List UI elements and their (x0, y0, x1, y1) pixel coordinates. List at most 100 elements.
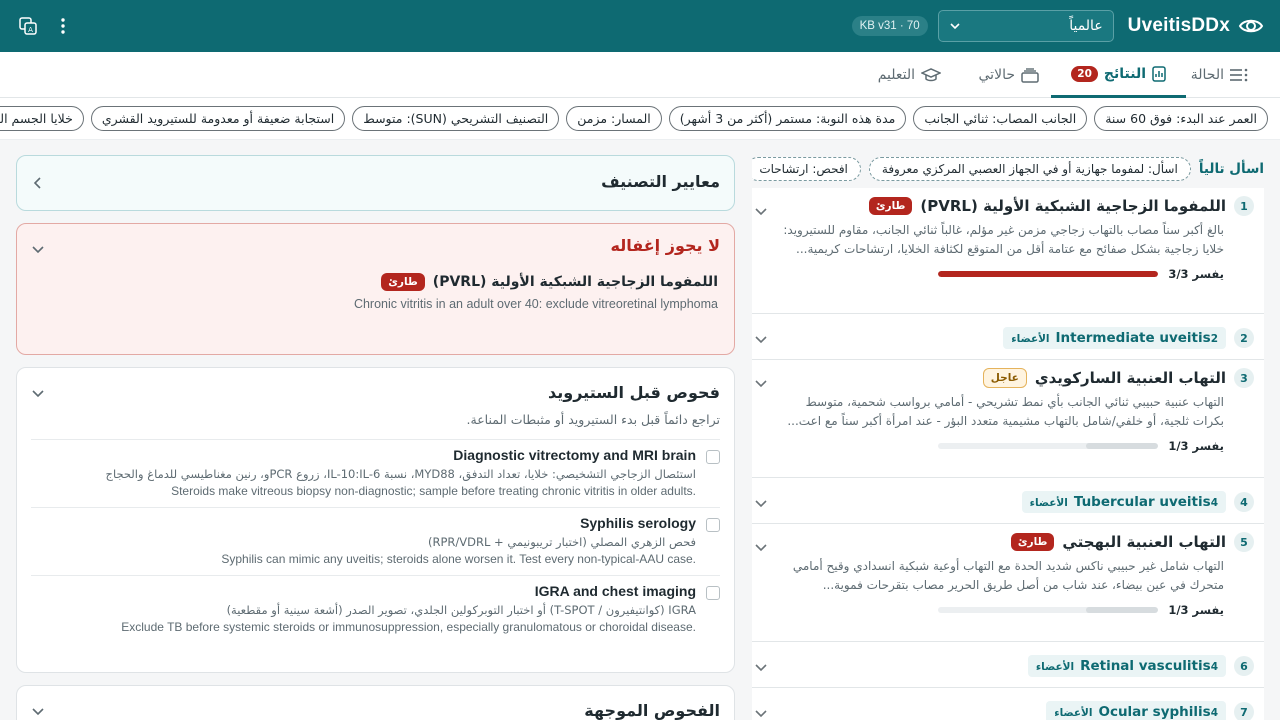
differential-list: اسأل تالياً اسأل: لمفوما جهازية أو في ال… (752, 150, 1264, 720)
urgency-badge: عاجل (982, 368, 1027, 388)
card-subtitle: تراجع دائماً قبل بدء الستيرويد أو مثبطات… (466, 412, 720, 427)
chevron-left-icon[interactable] (31, 176, 45, 190)
system-suffix: الأعضاء (1011, 333, 1050, 345)
explains-label: يفسر 1/3 (1168, 603, 1224, 617)
card-title: معايير التصنيف (601, 172, 720, 191)
result-item[interactable]: 7 Ocular syphilis4 الأعضاء (752, 688, 1264, 720)
urgency-badge: طارئ (868, 197, 913, 215)
ask-next-chip[interactable]: اسأل: لمفوما جهازية أو في الجهاز العصبي … (868, 157, 1191, 181)
result-system-title: Ocular syphilis4 الأعضاء (1046, 701, 1226, 720)
test-details: استئصال الزجاجي التشخيصي: خلايا، تعداد ا… (105, 467, 696, 481)
card-title: فحوص قبل الستيرويد (548, 383, 720, 402)
ask-next-row: اسأل تالياً اسأل: لمفوما جهازية أو في ال… (752, 150, 1264, 188)
chevron-down-icon[interactable] (754, 706, 768, 720)
explains-row: يفسر 1/3 (752, 595, 1264, 625)
brand[interactable]: UveitisDDx (1128, 13, 1264, 39)
explains-bar (938, 271, 1159, 277)
card-title: لا يجوز إغفاله (610, 236, 720, 255)
chevron-down-icon[interactable] (754, 332, 768, 346)
chevron-down-icon[interactable] (31, 704, 45, 718)
explains-bar-fill (1085, 607, 1159, 613)
finding-chip[interactable]: الجانب المصاب: ثنائي الجانب (913, 106, 1088, 131)
result-item[interactable]: 5 التهاب العنبية البهجتي طارئ التهاب شام… (752, 524, 1264, 642)
explains-row: يفسر 1/3 (752, 431, 1264, 461)
tab-label: حالاتي (978, 67, 1015, 83)
tab-my-cases[interactable]: حالاتي (979, 52, 1039, 98)
app-header: UveitisDDx عالمياً KB v31 · 70 A (0, 0, 1280, 52)
translate-icon[interactable]: A (18, 16, 38, 36)
tab-results[interactable]: النتائج 20 (1051, 52, 1186, 98)
system-suffix: الأعضاء (1054, 707, 1093, 719)
chevron-down-icon[interactable] (754, 204, 768, 218)
region-select[interactable]: عالمياً (937, 10, 1114, 42)
test-title: Diagnostic vitrectomy and MRI brain (453, 447, 696, 463)
checkbox[interactable] (706, 586, 720, 600)
rank-number: 2 (1234, 328, 1254, 348)
tab-education[interactable]: التعليم (878, 52, 941, 98)
explains-bar-fill (1085, 443, 1159, 449)
system-title: Ocular syphilis4 (1098, 704, 1218, 720)
result-description: بالغ أكبر سناً مصاب بالتهاب زجاجي مزمن غ… (783, 223, 1224, 256)
explains-row: يفسر 3/3 (752, 259, 1264, 289)
chevron-down-icon[interactable] (754, 496, 768, 510)
rank-number: 7 (1234, 702, 1254, 720)
chevron-down-icon[interactable] (754, 660, 768, 674)
test-rationale: Steroids make vitreous biopsy non-diagno… (171, 484, 696, 498)
chevron-down-icon[interactable] (754, 376, 768, 390)
graduation-cap-icon (921, 67, 941, 81)
result-item[interactable]: 2 Intermediate uveitis2 الأعضاء (752, 314, 1264, 360)
classification-criteria-card[interactable]: معايير التصنيف (16, 155, 735, 211)
result-item[interactable]: 3 التهاب العنبية الساركويدي عاجل التهاب … (752, 360, 1264, 478)
finding-chip[interactable]: مدة هذه النوبة: مستمر (أكثر من 3 أشهر) (668, 106, 907, 131)
do-not-miss-item[interactable]: اللمفوما الزجاجية الشبكية الأولية (PVRL)… (17, 255, 734, 291)
explains-label: يفسر 3/3 (1168, 267, 1224, 281)
test-title: IGRA and chest imaging (534, 583, 696, 599)
result-description: التهاب شامل غير حبيبي ناكس شديد الحدة مع… (792, 559, 1224, 592)
finding-chip[interactable]: خلايا الجسم الزجاجي (0, 106, 84, 131)
checkbox[interactable] (706, 450, 720, 464)
result-system-title: Retinal vasculitis4 الأعضاء (1027, 655, 1226, 677)
kebab-menu-icon[interactable] (60, 17, 66, 35)
chevron-down-icon (950, 23, 960, 30)
chevron-down-icon[interactable] (754, 540, 768, 554)
test-rationale: Exclude TB before systemic steroids or i… (121, 620, 696, 634)
svg-text:A: A (28, 26, 33, 34)
system-title: Tubercular uveitis4 (1073, 494, 1218, 510)
system-title: Retinal vasculitis4 (1080, 658, 1218, 674)
result-item[interactable]: 4 Tubercular uveitis4 الأعضاء (752, 478, 1264, 524)
ask-next-chip[interactable]: افحص: ارتشاحات (752, 157, 861, 181)
checkbox[interactable] (706, 518, 720, 532)
explains-bar (938, 443, 1159, 449)
card-title: الفحوص الموجهة (584, 701, 720, 720)
do-not-miss-reason: Chronic vitritis in an adult over 40: ex… (353, 297, 718, 311)
finding-chip[interactable]: التصنيف التشريحي (SUN): متوسط (352, 106, 560, 131)
finding-chip[interactable]: المسار: مزمن (566, 106, 662, 131)
test-details: IGRA (كوانتيفيرون / T-SPOT) أو اختبار ال… (226, 603, 696, 617)
directed-tests-card[interactable]: الفحوص الموجهة (16, 685, 735, 720)
result-item[interactable]: 1 اللمفوما الزجاجية الشبكية الأولية (PVR… (752, 188, 1264, 314)
chevron-down-icon[interactable] (31, 242, 45, 256)
tab-case[interactable]: الحالة (1191, 52, 1248, 98)
system-suffix: الأعضاء (1029, 497, 1068, 509)
tab-label: النتائج (1103, 65, 1146, 82)
chart-doc-icon (1152, 65, 1166, 82)
result-title: اللمفوما الزجاجية الشبكية الأولية (PVRL) (920, 197, 1226, 215)
list-icon (1230, 68, 1248, 82)
result-description: التهاب عنبية حبيبي ثنائي الجانب بأي نمط … (787, 395, 1224, 428)
finding-chip[interactable]: استجابة ضعيفة أو معدومة للستيرويد القشري (90, 106, 346, 131)
result-item[interactable]: 6 Retinal vasculitis4 الأعضاء (752, 642, 1264, 688)
urgency-badge: طارئ (1010, 533, 1055, 551)
rank-number: 4 (1234, 492, 1254, 512)
test-rationale: Syphilis can mimic any uveitis; steroids… (221, 552, 696, 566)
finding-chip[interactable]: العمر عند البدء: فوق 60 سنة (1094, 106, 1268, 131)
checklist-item: IGRA and chest imaging IGRA (كوانتيفيرون… (31, 575, 720, 643)
test-title: Syphilis serology (580, 515, 696, 531)
case-findings-chips: العمر عند البدء: فوق 60 سنة الجانب المصا… (0, 98, 1280, 140)
result-system-title: Tubercular uveitis4 الأعضاء (1021, 491, 1226, 513)
result-title: التهاب العنبية البهجتي (1062, 533, 1226, 551)
explains-label: يفسر 1/3 (1168, 439, 1224, 453)
urgency-badge: طارئ (381, 273, 425, 291)
side-panels: معايير التصنيف لا يجوز إغفاله اللمفوما ا… (16, 155, 735, 720)
results-count-badge: 20 (1071, 65, 1098, 82)
chevron-down-icon[interactable] (31, 386, 45, 400)
